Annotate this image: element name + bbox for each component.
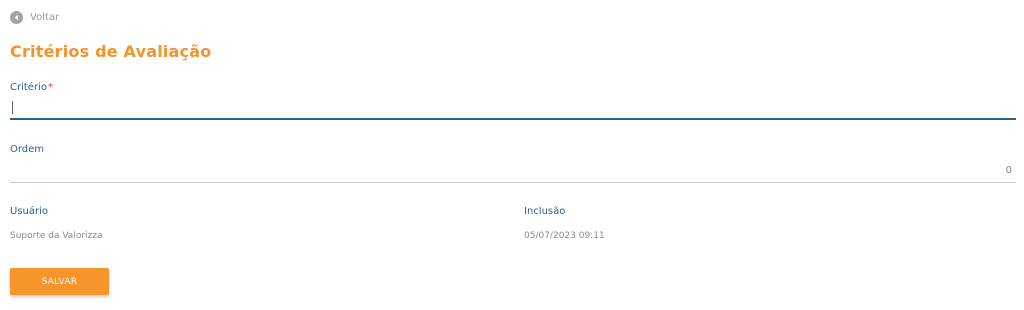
- page-title: Critérios de Avaliação: [10, 42, 212, 61]
- page-container: Voltar Critérios de Avaliação Critério* …: [0, 0, 1024, 310]
- arrow-left-circle-icon: [10, 11, 23, 24]
- back-link-label: Voltar: [30, 12, 60, 23]
- criterio-input[interactable]: [10, 96, 1016, 120]
- usuario-label: Usuário: [10, 206, 49, 217]
- inclusao-label: Inclusão: [524, 206, 566, 217]
- back-link[interactable]: Voltar: [10, 11, 59, 24]
- inclusao-value: 05/07/2023 09:11: [524, 231, 605, 241]
- ordem-label: Ordem: [10, 144, 45, 155]
- text-caret: [12, 101, 13, 114]
- criterio-label: Critério*: [10, 82, 53, 94]
- save-button[interactable]: SALVAR: [10, 268, 109, 295]
- ordem-input[interactable]: [10, 159, 1016, 183]
- criterio-label-text: Critério: [10, 82, 47, 93]
- required-mark: *: [47, 82, 53, 93]
- usuario-value: Suporte da Valorizza: [10, 231, 103, 241]
